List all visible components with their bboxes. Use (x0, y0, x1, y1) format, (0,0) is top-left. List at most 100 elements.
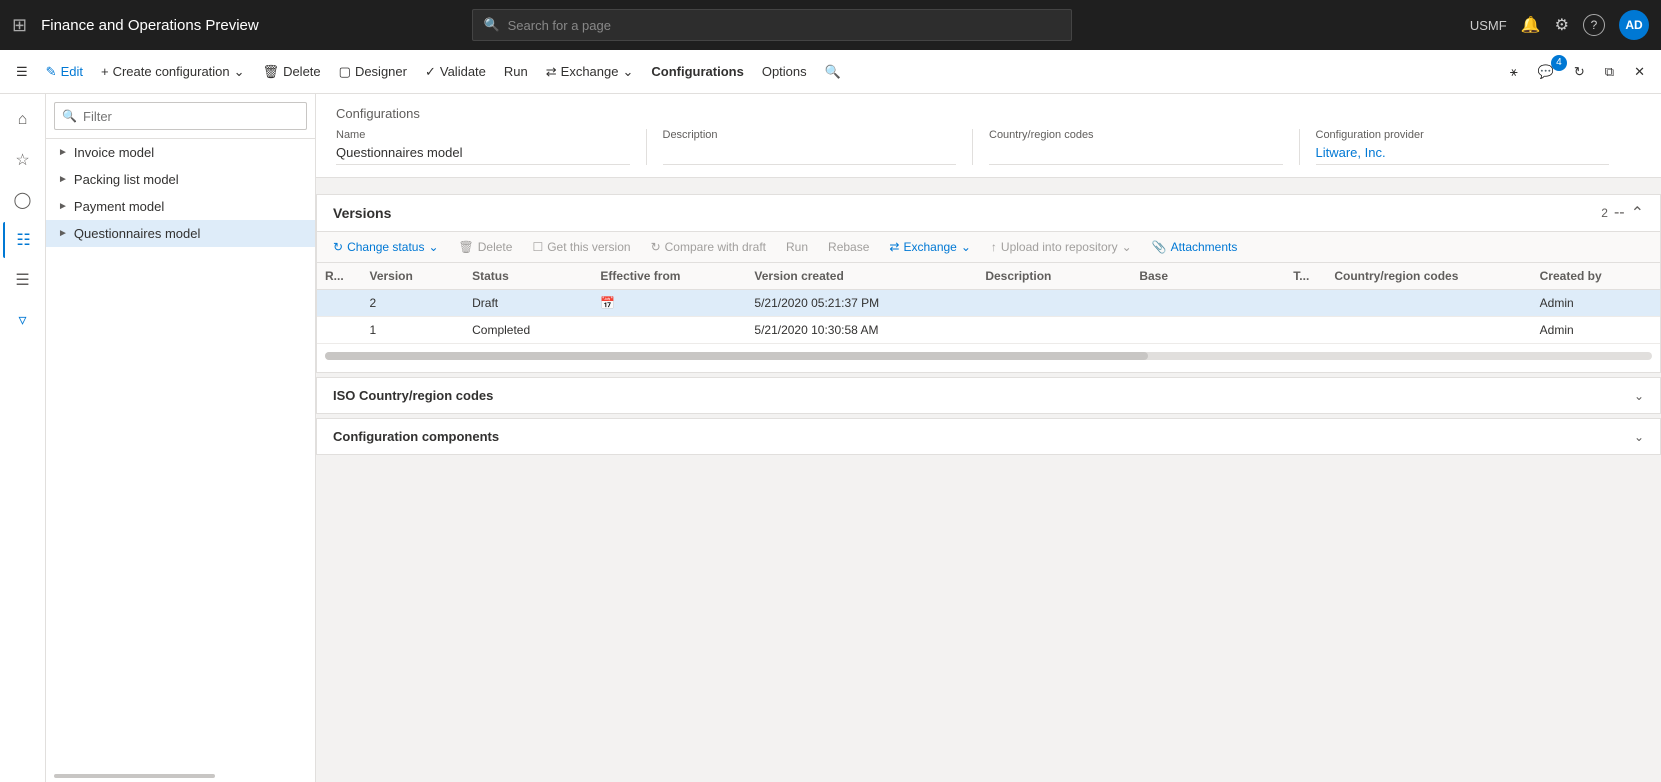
tree-item-packing[interactable]: ► Packing list model (46, 166, 315, 193)
sidebar-list[interactable]: ☰ (3, 262, 43, 298)
hamburger-icon: ☰ (16, 64, 28, 80)
tree-item-payment[interactable]: ► Payment model (46, 193, 315, 220)
cell-version-2: 1 (361, 317, 464, 344)
tree-list: ► Invoice model ► Packing list model ► P… (46, 139, 315, 770)
versions-exchange-chevron: ⌄ (961, 240, 971, 254)
delete-button[interactable]: 🗑 Delete (255, 60, 329, 84)
cell-base-2 (1131, 317, 1285, 344)
tree-chevron-payment: ► (58, 201, 68, 212)
exchange-icon: ⇄ (546, 64, 557, 80)
config-country-value (989, 145, 1283, 165)
breadcrumb: Configurations (336, 106, 1641, 121)
cell-status-1: Draft (464, 290, 592, 317)
config-provider-value[interactable]: Litware, Inc. (1316, 145, 1610, 165)
cell-description-2 (977, 317, 1131, 344)
iso-section-header[interactable]: ISO Country/region codes ⌄ (317, 378, 1660, 413)
expand-button[interactable]: ⧉ (1597, 60, 1622, 84)
col-base: Base (1131, 263, 1285, 290)
h-scrollbar[interactable] (325, 352, 1652, 360)
options-button[interactable]: Options (754, 60, 815, 83)
cell-version-created-2: 5/21/2020 10:30:58 AM (746, 317, 977, 344)
tree-item-invoice-label: Invoice model (74, 145, 154, 160)
notification-icon[interactable]: 🔔 (1521, 15, 1541, 35)
tree-chevron-invoice: ► (58, 147, 68, 158)
upload-repository-button[interactable]: ↑ Upload into repository ⌄ (983, 236, 1140, 258)
configurations-button[interactable]: Configurations (643, 60, 751, 83)
refresh-button[interactable]: ↻ (1566, 60, 1593, 84)
edit-button[interactable]: ✎ Edit (38, 60, 91, 84)
close-button[interactable]: ✕ (1626, 60, 1653, 84)
pin-icon: ⚹ (1510, 64, 1518, 80)
table-row[interactable]: 1 Completed 5/21/2020 10:30:58 AM Admin (317, 317, 1660, 344)
settings-icon[interactable]: ⚙ (1555, 15, 1569, 35)
create-config-button[interactable]: + Create configuration ⌄ (93, 60, 253, 84)
get-this-version-button[interactable]: ☐ Get this version (524, 236, 638, 258)
run-button[interactable]: Run (496, 60, 536, 83)
version-toolbar: ↻ Change status ⌄ 🗑 Delete ☐ Get this ve… (317, 232, 1660, 263)
change-status-button[interactable]: ↻ Change status ⌄ (325, 236, 447, 258)
iso-collapse-icon: ⌄ (1634, 389, 1644, 403)
config-country-label: Country/region codes (989, 129, 1283, 141)
h-scrollbar-thumb (325, 352, 1148, 360)
cell-status-2: Completed (464, 317, 592, 344)
sidebar-recent[interactable]: ◯ (3, 182, 43, 218)
attachments-button[interactable]: 📎 Attachments (1144, 236, 1246, 258)
config-name-label: Name (336, 129, 630, 141)
cell-country-2 (1326, 317, 1531, 344)
help-icon[interactable]: ? (1583, 14, 1605, 36)
search-cmd-button[interactable]: 🔍 (817, 60, 849, 84)
tree-chevron-packing: ► (58, 174, 68, 185)
cell-t-1 (1285, 290, 1326, 317)
filter-input-wrap: 🔍 (54, 102, 307, 130)
sidebar-home[interactable]: ⌂ (3, 102, 43, 138)
config-header: Configurations Name Questionnaires model… (316, 94, 1661, 178)
delete-icon: 🗑 (263, 64, 280, 80)
versions-exchange-button[interactable]: ⇄ Exchange ⌄ (881, 236, 979, 258)
main-layout: ⌂ ☆ ◯ ☷ ☰ ▿ 🔍 ► Invoice model ► Packing … (0, 94, 1661, 782)
versions-section-header[interactable]: Versions 2 -- ⌃ (317, 195, 1660, 232)
sidebar-active-item[interactable]: ☷ (3, 222, 43, 258)
sidebar-favorites[interactable]: ☆ (3, 142, 43, 178)
config-components-title: Configuration components (333, 429, 499, 444)
versions-delete-button[interactable]: 🗑 Delete (451, 236, 521, 258)
tree-item-invoice[interactable]: ► Invoice model (46, 139, 315, 166)
validate-button[interactable]: ✓ Validate (417, 60, 494, 84)
get-version-icon: ☐ (532, 240, 543, 254)
tree-chevron-questionnaires: ► (58, 228, 68, 239)
filter-input[interactable] (54, 102, 307, 130)
iso-section-title: ISO Country/region codes (333, 388, 493, 403)
versions-run-button[interactable]: Run (778, 236, 816, 258)
versions-dash: -- (1614, 204, 1625, 222)
tree-item-questionnaires[interactable]: ► Questionnaires model (46, 220, 315, 247)
expand-icon: ⧉ (1605, 64, 1614, 80)
table-row[interactable]: 2 Draft 📅 5/21/2020 05:21:37 PM (317, 290, 1660, 317)
chevron-down-icon: ⌄ (234, 64, 245, 80)
config-desc-value (663, 145, 957, 165)
cell-country-1 (1326, 290, 1531, 317)
compare-with-draft-button[interactable]: ↻ Compare with draft (643, 236, 774, 258)
pin-button[interactable]: ⚹ (1502, 60, 1526, 84)
tree-filter-area: 🔍 (46, 94, 315, 139)
edit-icon: ✎ (46, 64, 57, 80)
config-field-name: Name Questionnaires model (336, 129, 647, 165)
compare-icon: ↻ (651, 240, 661, 254)
hamburger-button[interactable]: ☰ (8, 60, 36, 84)
config-components-header[interactable]: Configuration components ⌄ (317, 419, 1660, 454)
grid-icon[interactable]: ⊞ (12, 15, 27, 36)
avatar[interactable]: AD (1619, 10, 1649, 40)
cell-created-by-2: Admin (1532, 317, 1660, 344)
config-field-provider: Configuration provider Litware, Inc. (1316, 129, 1626, 165)
search-icon: 🔍 (483, 17, 499, 33)
designer-button[interactable]: ▢ Designer (331, 60, 415, 84)
col-description: Description (977, 263, 1131, 290)
attachment-icon: 📎 (1152, 240, 1167, 254)
top-nav-bar: ⊞ Finance and Operations Preview 🔍 Searc… (0, 0, 1661, 50)
versions-collapse-icon[interactable]: ⌃ (1631, 203, 1644, 223)
exchange-button[interactable]: ⇄ Exchange ⌄ (538, 60, 642, 84)
sidebar-filter[interactable]: ▿ (3, 302, 43, 338)
rebase-button[interactable]: Rebase (820, 236, 877, 258)
versions-header-row: R... Version Status Effective from Versi… (317, 263, 1660, 290)
search-box[interactable]: 🔍 Search for a page (472, 9, 1072, 41)
config-desc-label: Description (663, 129, 957, 141)
tree-panel: 🔍 ► Invoice model ► Packing list model ►… (46, 94, 316, 782)
